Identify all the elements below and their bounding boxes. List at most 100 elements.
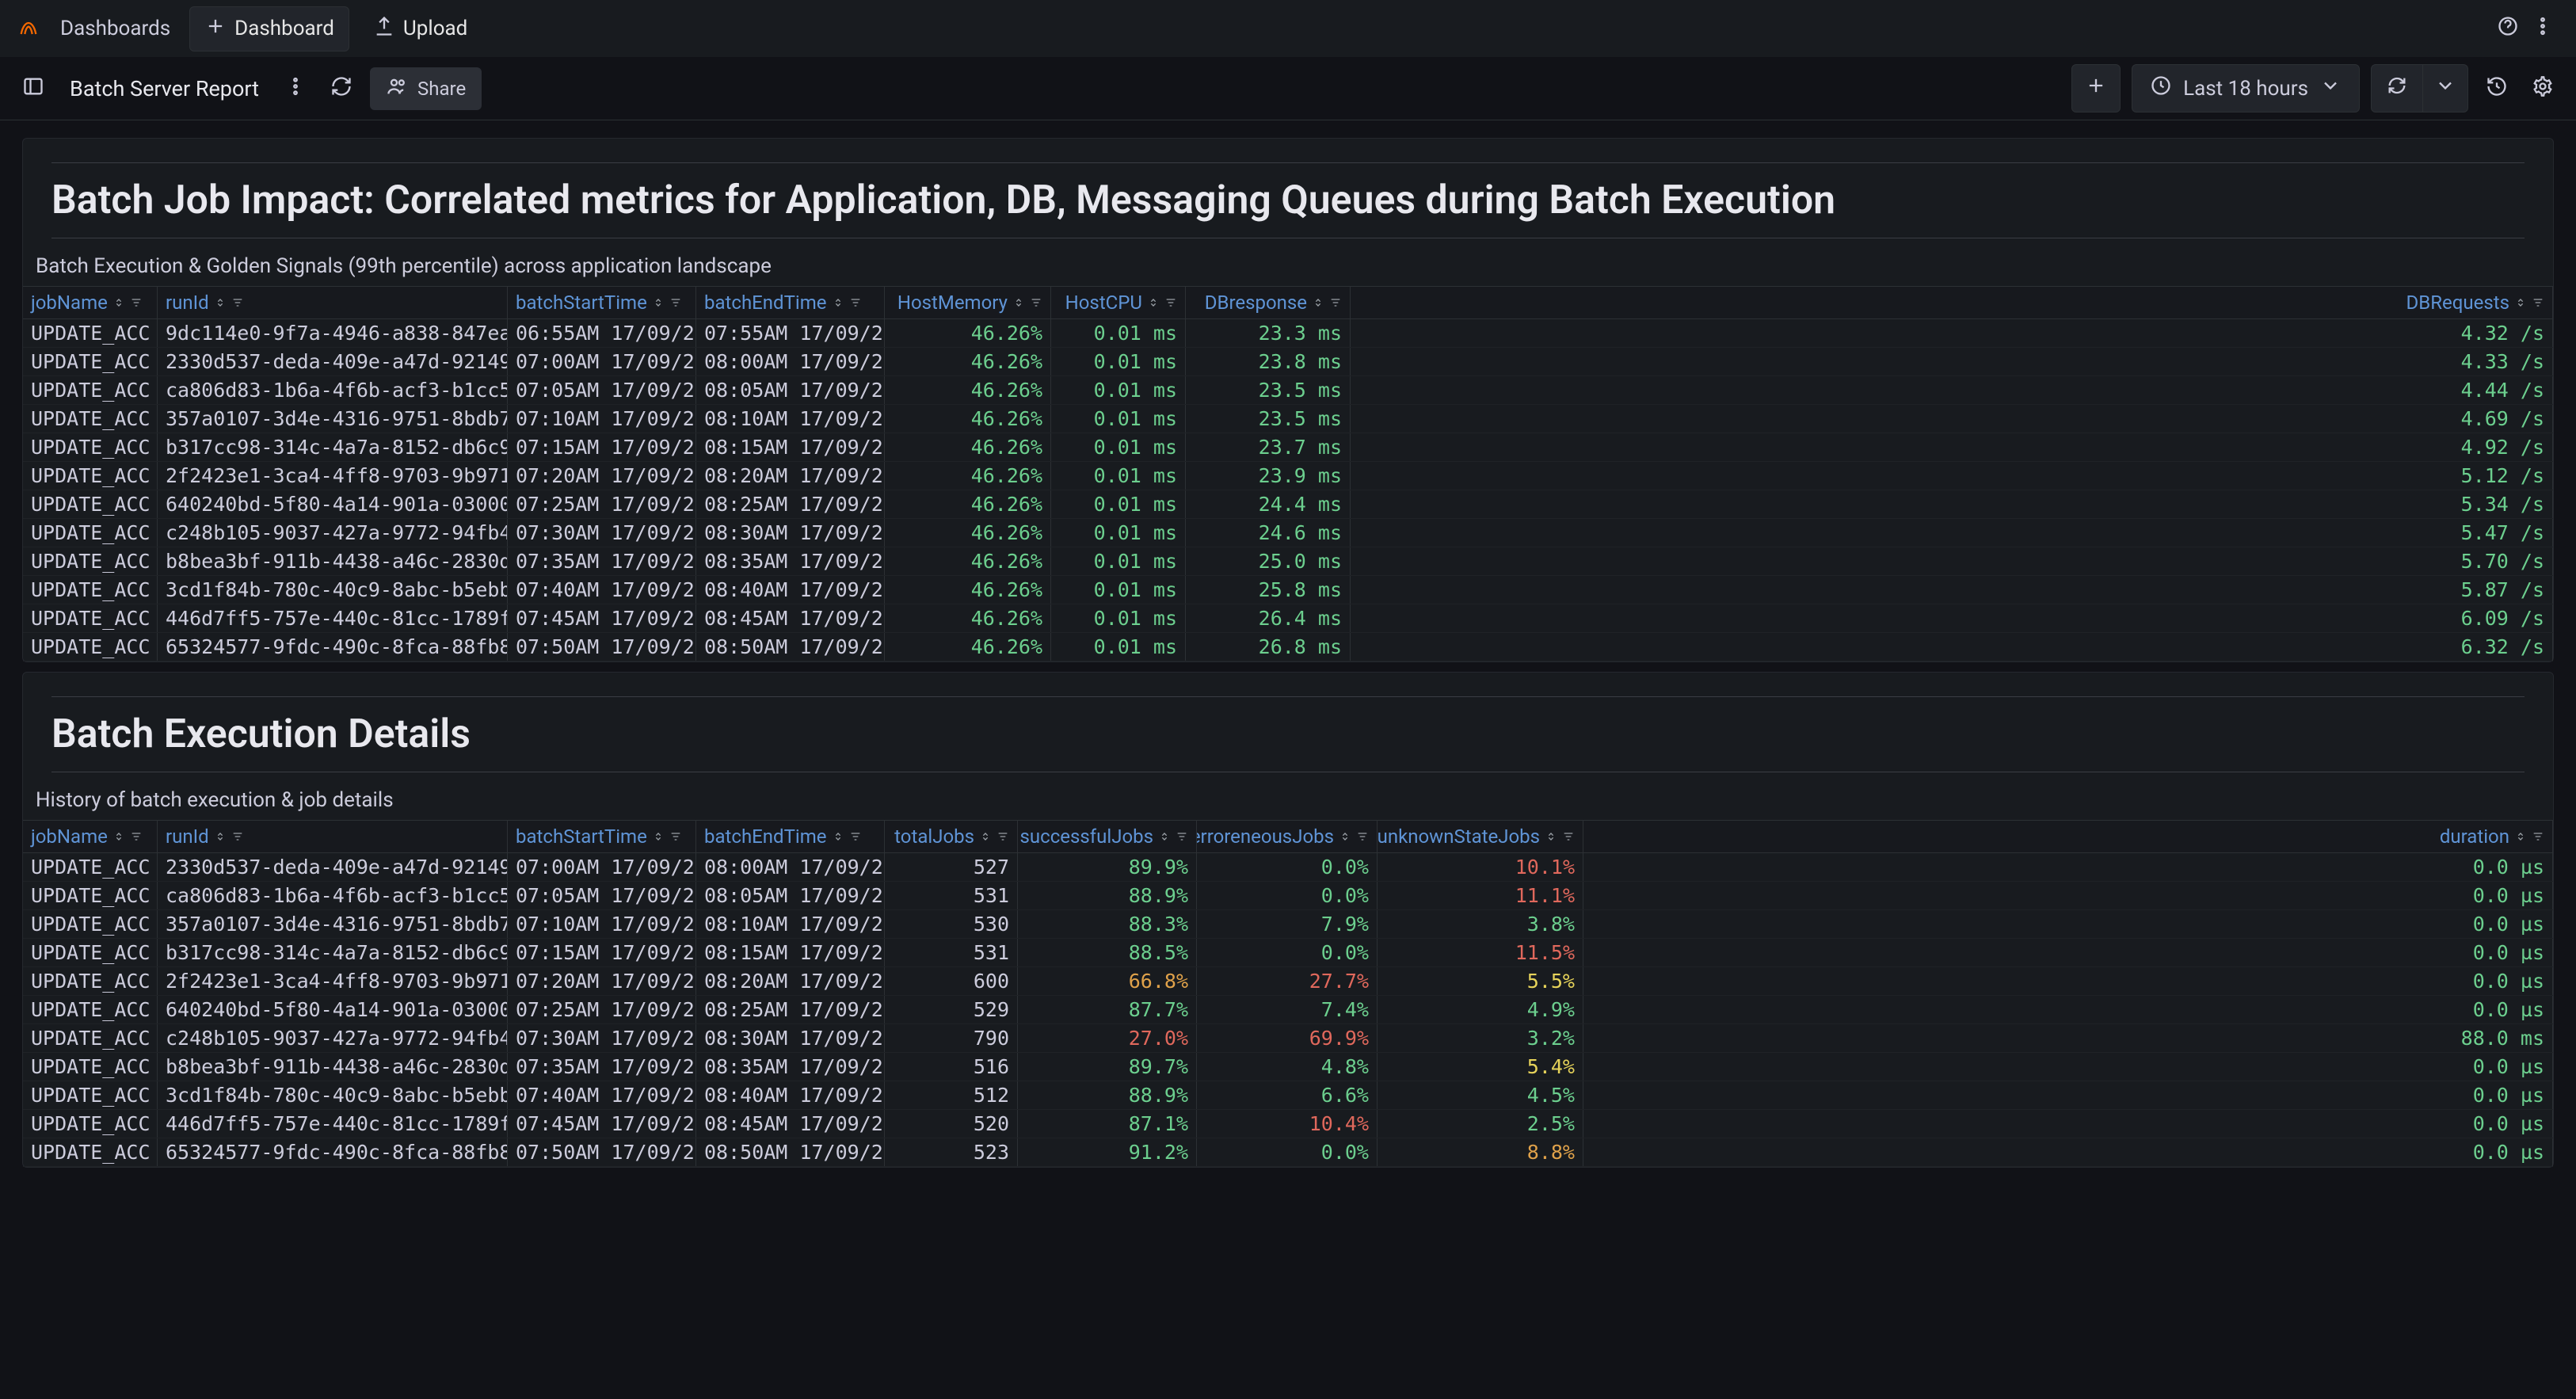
table-row[interactable]: UPDATE_ACC 357a0107-3d4e-4316-9751-8bdb7…: [23, 405, 2553, 433]
sort-icon[interactable]: [1012, 296, 1025, 309]
sort-icon[interactable]: [2514, 296, 2527, 309]
sort-icon[interactable]: [1147, 296, 1160, 309]
table-row[interactable]: UPDATE_ACC 2330d537-deda-409e-a47d-92149…: [23, 348, 2553, 376]
sort-icon[interactable]: [832, 830, 844, 843]
table-row[interactable]: UPDATE_ACC 446d7ff5-757e-440c-81cc-1789f…: [23, 1110, 2553, 1138]
table-row[interactable]: UPDATE_ACC 2f2423e1-3ca4-4ff8-9703-9b971…: [23, 967, 2553, 996]
sort-icon[interactable]: [832, 296, 844, 309]
table-row[interactable]: UPDATE_ACC 9dc114e0-9f7a-4946-a838-847ea…: [23, 319, 2553, 348]
sort-icon[interactable]: [112, 296, 125, 309]
column-header-unknownStateJobs[interactable]: unknownStateJobs: [1378, 821, 1583, 852]
filter-icon[interactable]: [130, 296, 143, 309]
filter-icon[interactable]: [1356, 830, 1369, 843]
table-row[interactable]: UPDATE_ACC b317cc98-314c-4a7a-8152-db6c9…: [23, 433, 2553, 462]
table-row[interactable]: UPDATE_ACC b8bea3bf-911b-4438-a46c-2830d…: [23, 547, 2553, 576]
cell-dbresponse: 23.3 ms: [1186, 319, 1351, 347]
column-header-DBresponse[interactable]: DBresponse: [1186, 287, 1351, 318]
sort-icon[interactable]: [1339, 830, 1351, 843]
sort-icon[interactable]: [1158, 830, 1171, 843]
time-range-button[interactable]: Last 18 hours: [2132, 64, 2360, 112]
column-header-runId[interactable]: runId: [158, 287, 508, 318]
upload-icon: [373, 15, 395, 43]
filter-icon[interactable]: [1176, 830, 1188, 843]
dashboards-link[interactable]: Dashboards: [51, 10, 180, 47]
column-header-jobName[interactable]: jobName: [23, 821, 158, 852]
column-header-HostMemory[interactable]: HostMemory: [885, 287, 1051, 318]
sort-icon[interactable]: [214, 296, 227, 309]
toggle-sidebar-button[interactable]: [16, 71, 51, 106]
sort-icon[interactable]: [979, 830, 992, 843]
table-row[interactable]: UPDATE_ACC 3cd1f84b-780c-40c9-8abc-b5ebb…: [23, 576, 2553, 604]
table-row[interactable]: UPDATE_ACC 65324577-9fdc-490c-8fca-88fb8…: [23, 1138, 2553, 1167]
help-button[interactable]: [2490, 11, 2525, 46]
filter-icon[interactable]: [1329, 296, 1342, 309]
filter-icon[interactable]: [849, 830, 862, 843]
sort-icon[interactable]: [112, 830, 125, 843]
table-row[interactable]: UPDATE_ACC b8bea3bf-911b-4438-a46c-2830d…: [23, 1053, 2553, 1081]
table-row[interactable]: UPDATE_ACC 446d7ff5-757e-440c-81cc-1789f…: [23, 604, 2553, 633]
table-row[interactable]: UPDATE_ACC 65324577-9fdc-490c-8fca-88fb8…: [23, 633, 2553, 661]
refresh-dashboard-button[interactable]: [324, 71, 359, 106]
filter-icon[interactable]: [669, 830, 682, 843]
cell-dbrequests: 4.33 /s: [1351, 348, 2553, 375]
new-dashboard-button[interactable]: Dashboard: [189, 6, 349, 51]
sort-icon[interactable]: [1312, 296, 1324, 309]
filter-icon[interactable]: [1030, 296, 1042, 309]
sort-icon[interactable]: [214, 830, 227, 843]
column-header-runId[interactable]: runId: [158, 821, 508, 852]
table-row[interactable]: UPDATE_ACC ca806d83-1b6a-4f6b-acf3-b1cc5…: [23, 376, 2553, 405]
filter-icon[interactable]: [231, 830, 244, 843]
cell-dbresponse: 23.5 ms: [1186, 405, 1351, 433]
run-refresh-button[interactable]: [2371, 64, 2423, 112]
upload-button[interactable]: Upload: [359, 7, 482, 51]
table-row[interactable]: UPDATE_ACC ca806d83-1b6a-4f6b-acf3-b1cc5…: [23, 882, 2553, 910]
filter-icon[interactable]: [2532, 830, 2544, 843]
column-header-successfulJobs[interactable]: successfulJobs: [1018, 821, 1197, 852]
table-row[interactable]: UPDATE_ACC c248b105-9037-427a-9772-94fb4…: [23, 1024, 2553, 1053]
column-header-batchEndTime[interactable]: batchEndTime: [696, 821, 885, 852]
cell-hostcpu: 0.01 ms: [1051, 433, 1186, 461]
history-button[interactable]: [2479, 71, 2514, 106]
more-menu-button[interactable]: [2525, 11, 2560, 46]
filter-icon[interactable]: [669, 296, 682, 309]
sort-icon[interactable]: [652, 296, 665, 309]
add-panel-button[interactable]: [2071, 64, 2121, 112]
title-menu-button[interactable]: [278, 71, 313, 106]
column-header-jobName[interactable]: jobName: [23, 287, 158, 318]
sort-icon[interactable]: [2514, 830, 2527, 843]
settings-button[interactable]: [2525, 71, 2560, 106]
filter-icon[interactable]: [849, 296, 862, 309]
filter-icon[interactable]: [1562, 830, 1575, 843]
table-row[interactable]: UPDATE_ACC 2330d537-deda-409e-a47d-92149…: [23, 853, 2553, 882]
table-row[interactable]: UPDATE_ACC 357a0107-3d4e-4316-9751-8bdb7…: [23, 910, 2553, 939]
column-label: duration: [2440, 825, 2509, 848]
column-header-duration[interactable]: duration: [1583, 821, 2553, 852]
table-row[interactable]: UPDATE_ACC 640240bd-5f80-4a14-901a-03000…: [23, 996, 2553, 1024]
table-row[interactable]: UPDATE_ACC b317cc98-314c-4a7a-8152-db6c9…: [23, 939, 2553, 967]
cell-hostmemory: 46.26%: [885, 490, 1051, 518]
cell-unknown: 11.5%: [1378, 939, 1583, 966]
sort-icon[interactable]: [1545, 830, 1557, 843]
cell-totaljobs: 516: [885, 1053, 1018, 1081]
filter-icon[interactable]: [996, 830, 1009, 843]
table-row[interactable]: UPDATE_ACC 3cd1f84b-780c-40c9-8abc-b5ebb…: [23, 1081, 2553, 1110]
column-header-HostCPU[interactable]: HostCPU: [1051, 287, 1186, 318]
column-header-erroreneousJobs[interactable]: erroreneousJobs: [1197, 821, 1378, 852]
column-header-batchStartTime[interactable]: batchStartTime: [508, 821, 696, 852]
gear-icon: [2532, 75, 2554, 102]
table-row[interactable]: UPDATE_ACC c248b105-9037-427a-9772-94fb4…: [23, 519, 2553, 547]
sort-icon[interactable]: [652, 830, 665, 843]
filter-icon[interactable]: [1164, 296, 1177, 309]
dashboard-title: Batch Server Report: [62, 76, 267, 101]
table-row[interactable]: UPDATE_ACC 640240bd-5f80-4a14-901a-03000…: [23, 490, 2553, 519]
filter-icon[interactable]: [231, 296, 244, 309]
column-header-batchStartTime[interactable]: batchStartTime: [508, 287, 696, 318]
filter-icon[interactable]: [130, 830, 143, 843]
column-header-DBRequests[interactable]: DBRequests: [1351, 287, 2553, 318]
table-row[interactable]: UPDATE_ACC 2f2423e1-3ca4-4ff8-9703-9b971…: [23, 462, 2553, 490]
column-header-batchEndTime[interactable]: batchEndTime: [696, 287, 885, 318]
share-button[interactable]: Share: [370, 67, 482, 110]
column-header-totalJobs[interactable]: totalJobs: [885, 821, 1018, 852]
filter-icon[interactable]: [2532, 296, 2544, 309]
refresh-interval-button[interactable]: [2423, 64, 2468, 112]
